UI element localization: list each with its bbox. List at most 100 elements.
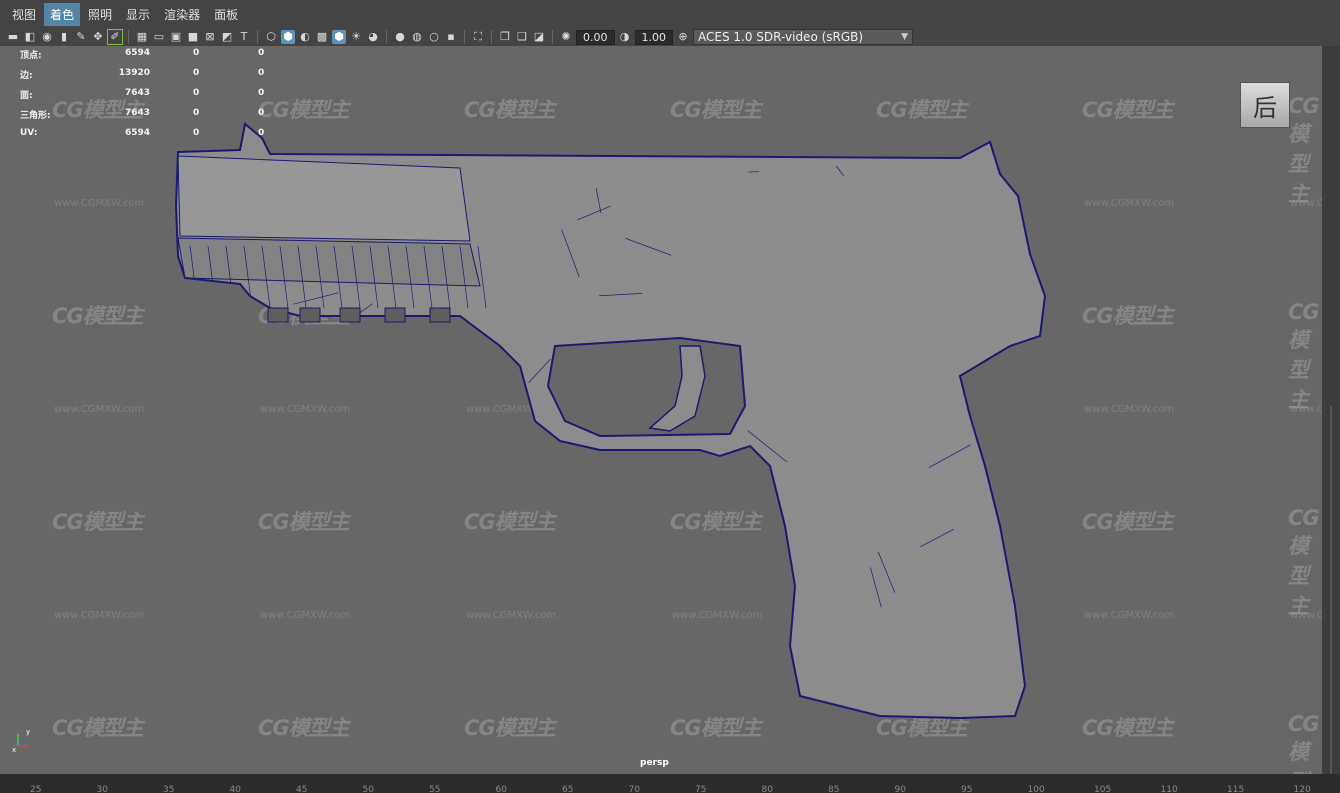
ruler-tick: 30 xyxy=(96,785,108,793)
time-slider-ruler[interactable]: 25 30 35 40 45 50 55 60 65 70 75 80 85 90 95 100 105 110 1… xyxy=(0,774,1340,793)
ruler-tick: 105 xyxy=(1094,785,1112,793)
hud-label: 面: xyxy=(20,91,33,101)
axis-y-label: y xyxy=(26,728,30,736)
smooth-shade-icon[interactable]: ⬢ xyxy=(281,30,295,44)
ruler-tick: 110 xyxy=(1160,785,1178,793)
film-gate-icon[interactable]: ▭ xyxy=(152,30,166,44)
color-management-icon[interactable]: ⊕ xyxy=(676,30,690,44)
hud-label: 边: xyxy=(20,71,33,81)
camera-icon[interactable]: ▬ xyxy=(6,30,20,44)
menu-show[interactable]: 显示 xyxy=(120,3,156,26)
lights-icon[interactable]: ☀ xyxy=(349,30,363,44)
xray-icon[interactable]: ❐ xyxy=(498,30,512,44)
safe-title-icon[interactable]: T xyxy=(237,30,251,44)
ruler-tick: 115 xyxy=(1227,785,1245,793)
3d-viewport[interactable]: CG模型主 CG模型主 CG模型主 CG模型主 CG模型主 CG模型主 CG模型主 CG模型主… xyxy=(0,46,1322,774)
hud-total: 6594 xyxy=(124,128,150,138)
camera-attr-icon[interactable]: ◧ xyxy=(23,30,37,44)
hud-selected: 0 xyxy=(193,68,200,78)
ambient-occlusion-icon[interactable]: ● xyxy=(393,30,407,44)
ruler-tick: 65 xyxy=(562,785,574,793)
hud-total: 7643 xyxy=(124,108,150,118)
ruler-tick: 85 xyxy=(828,785,840,793)
color-space-label: ACES 1.0 SDR-video (sRGB) xyxy=(698,30,864,44)
ruler-tick: 45 xyxy=(296,785,308,793)
ruler-tick: 60 xyxy=(495,785,507,793)
hud-label: 顶点: xyxy=(20,51,42,61)
ruler-tick: 75 xyxy=(695,785,707,793)
menu-panels[interactable]: 面板 xyxy=(208,3,244,26)
menu-renderer[interactable]: 渲染器 xyxy=(158,3,206,26)
scrollbar-track[interactable] xyxy=(1330,406,1332,793)
right-edge-panel xyxy=(1322,46,1340,793)
shadows-icon[interactable]: ◕ xyxy=(366,30,380,44)
hud-total: 13920 xyxy=(118,68,150,78)
viewport-toolbar: ▬ ◧ ◉ ▮ ✎ ✥ ✐ ▦ ▭ ▣ ■ ⊠ ◩ T ⬡ ⬢ ◐ ▩ ⬢ ☀ … xyxy=(0,28,1340,46)
hud-triangles: 0 xyxy=(258,48,265,58)
hud-total: 6594 xyxy=(124,48,150,58)
ruler-tick: 100 xyxy=(1027,785,1045,793)
gamma-icon[interactable]: ◑ xyxy=(618,30,632,44)
hud-selected: 0 xyxy=(193,128,200,138)
toolbar-divider xyxy=(128,30,129,44)
toolbar-divider xyxy=(464,30,465,44)
axis-gizmo: y x xyxy=(12,728,30,752)
field-chart-icon[interactable]: ⊠ xyxy=(203,30,217,44)
hud-row: 边: 13920 0 0 xyxy=(20,66,280,86)
toolbar-divider xyxy=(257,30,258,44)
gate-mask-icon[interactable]: ■ xyxy=(186,30,200,44)
toolbar-divider xyxy=(552,30,553,44)
menu-shading[interactable]: 着色 xyxy=(44,2,81,26)
hud-label: UV: xyxy=(20,128,38,138)
isolate-select-icon[interactable]: ⛶ xyxy=(471,30,485,44)
color-space-select[interactable]: ACES 1.0 SDR-video (sRGB) ▼ xyxy=(693,29,913,45)
toolbar-divider xyxy=(491,30,492,44)
ruler-tick: 25 xyxy=(30,785,42,793)
wireframe-on-shaded-icon[interactable]: ⬢ xyxy=(332,30,346,44)
pencil-icon[interactable]: ✎ xyxy=(74,30,88,44)
grid-icon[interactable]: ▦ xyxy=(135,30,149,44)
wireframe-icon[interactable]: ⬡ xyxy=(264,30,278,44)
hud-row: 顶点: 6594 0 0 xyxy=(20,46,280,66)
textured-icon[interactable]: ▩ xyxy=(315,30,329,44)
exposure-field[interactable]: 0.00 xyxy=(576,29,615,45)
ruler-tick: 80 xyxy=(761,785,773,793)
image-plane-icon[interactable]: ▮ xyxy=(57,30,71,44)
move-icon[interactable]: ✥ xyxy=(91,30,105,44)
view-cube[interactable]: 后 xyxy=(1240,82,1290,128)
hud-row: 面: 7643 0 0 xyxy=(20,86,280,106)
ruler-tick: 90 xyxy=(894,785,906,793)
safe-action-icon[interactable]: ◩ xyxy=(220,30,234,44)
menu-view[interactable]: 视图 xyxy=(6,3,42,26)
ruler-tick: 95 xyxy=(961,785,973,793)
camera-name-label: persp xyxy=(640,758,669,768)
ruler-tick: 50 xyxy=(362,785,374,793)
depth-of-field-icon[interactable]: ▪ xyxy=(444,30,458,44)
bookmark-icon[interactable]: ◉ xyxy=(40,30,54,44)
grease-pencil-icon[interactable]: ✐ xyxy=(107,29,123,45)
hud-triangles: 0 xyxy=(258,68,265,78)
resolution-gate-icon[interactable]: ▣ xyxy=(169,30,183,44)
hud-selected: 0 xyxy=(193,48,200,58)
xray-joints-icon[interactable]: ❑ xyxy=(515,30,529,44)
backface-icon[interactable]: ◪ xyxy=(532,30,546,44)
hud-triangles: 0 xyxy=(258,108,265,118)
exposure-icon[interactable]: ✺ xyxy=(559,30,573,44)
hud-triangles: 0 xyxy=(258,88,265,98)
hud-triangles: 0 xyxy=(258,128,265,138)
menu-lighting[interactable]: 照明 xyxy=(82,3,118,26)
anti-aliasing-icon[interactable]: ○ xyxy=(427,30,441,44)
ruler-tick: 120 xyxy=(1293,785,1311,793)
hud-selected: 0 xyxy=(193,88,200,98)
gamma-field[interactable]: 1.00 xyxy=(634,29,673,45)
ruler-tick: 55 xyxy=(429,785,441,793)
viewport-menu-bar: 视图 着色 照明 显示 渲染器 面板 xyxy=(0,0,1340,28)
hud-selected: 0 xyxy=(193,108,200,118)
hud-row: UV: 6594 0 0 xyxy=(20,126,280,146)
motion-blur-icon[interactable]: ◍ xyxy=(410,30,424,44)
pistol-mesh[interactable] xyxy=(0,46,1322,774)
default-material-icon[interactable]: ◐ xyxy=(298,30,312,44)
ruler-tick: 40 xyxy=(229,785,241,793)
toolbar-divider xyxy=(386,30,387,44)
ruler-tick: 70 xyxy=(628,785,640,793)
